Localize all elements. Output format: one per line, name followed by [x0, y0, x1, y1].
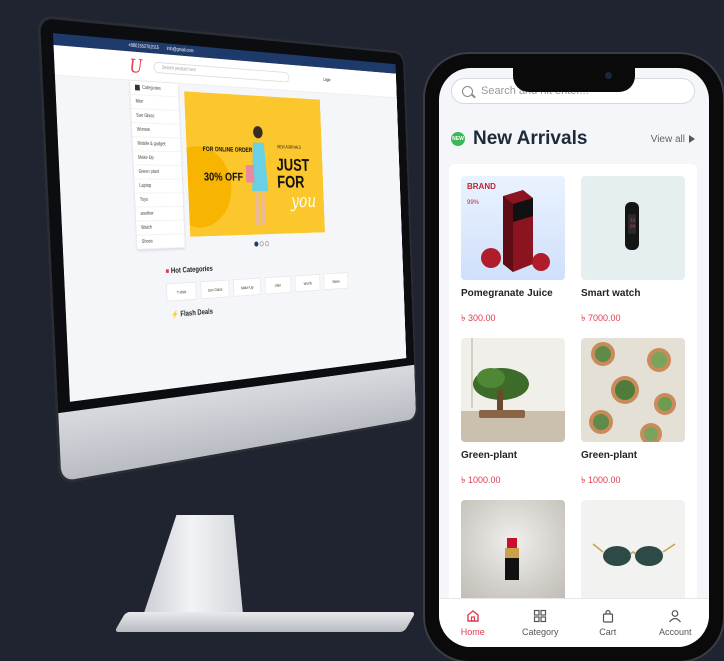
sidebar-item[interactable]: Mobile & gadget: [132, 137, 181, 153]
site-logo[interactable]: U: [129, 54, 143, 78]
desktop-screen: +8801552762015 info@gmail.com U Search p…: [52, 33, 407, 402]
monitor-base: [114, 612, 416, 632]
search-icon: [462, 85, 473, 97]
hot-category-item[interactable]: Shoes: [323, 272, 349, 291]
tab-label: Home: [460, 627, 485, 637]
product-grid: BRAND 99% Pomegranate Juice ৳ 300.00 10 …: [449, 164, 697, 604]
product-name: Green-plant: [581, 450, 638, 461]
flash-deals-heading: ⚡ Flash Deals: [171, 307, 213, 319]
camera-icon: [605, 72, 612, 79]
login-link[interactable]: Login: [323, 78, 331, 84]
carousel-dot[interactable]: [264, 240, 270, 247]
product-name: Green-plant: [461, 450, 518, 461]
succulents-icon: [581, 338, 685, 442]
sidebar-item[interactable]: Shoes: [136, 234, 185, 250]
banner-just-for: JUST FOR: [276, 156, 310, 192]
product-card[interactable]: [581, 500, 685, 604]
home-icon: [467, 610, 479, 622]
lightning-icon: ⚡: [171, 309, 181, 319]
bag-icon: [602, 609, 613, 623]
hot-categories-row: T-shirt Sun Glass Make Up Shirt Watch Sh…: [166, 272, 349, 302]
sunglasses-icon: [581, 500, 685, 604]
hot-categories-heading: ■ Hot Categories: [165, 265, 213, 276]
product-name: Smart watch: [581, 288, 641, 299]
email-address: info@gmail.com: [166, 46, 194, 55]
view-all-link[interactable]: View all: [651, 134, 695, 145]
tab-label: Account: [658, 627, 692, 637]
juice-box-icon: BRAND 99%: [461, 176, 565, 280]
desktop-search-input[interactable]: Search product here: [153, 61, 290, 83]
hot-category-item[interactable]: Shirt: [264, 275, 292, 295]
new-arrivals-header: NEW New Arrivals View all: [451, 124, 695, 154]
bonsai-icon: [461, 338, 565, 442]
lipstick-icon: [461, 500, 565, 604]
carousel-dots[interactable]: [254, 240, 270, 247]
phone-number: +8801552762015: [128, 42, 160, 52]
tab-cart[interactable]: Cart: [574, 599, 642, 647]
banner-circle: [184, 145, 233, 229]
sidebar-item[interactable]: Women: [131, 122, 181, 139]
section-title: New Arrivals: [473, 128, 588, 149]
product-price: ৳ 300.00: [461, 313, 496, 323]
product-price: ৳ 7000.00: [581, 313, 621, 323]
category-sidebar: Categories Men Sun Glass Women Mobile & …: [129, 80, 185, 250]
phone-notch: [513, 64, 635, 92]
bottom-tab-bar: Home Category Cart Account: [439, 598, 709, 647]
categories-label: Categories: [141, 85, 161, 92]
svg-text:09: 09: [630, 224, 636, 229]
tab-label: Cart: [599, 627, 617, 637]
hero-banner[interactable]: FOR ONLINE ORDER 30% OFF NEW ARRIVALS JU…: [184, 91, 325, 237]
phone-mockup: Search and hit enter... NEW New Arrivals…: [425, 54, 723, 661]
sidebar-item[interactable]: Laptop: [134, 179, 183, 194]
product-card[interactable]: 10 09 Smart watch ৳ 7000.00: [581, 176, 685, 326]
product-card[interactable]: Green-plant ৳ 1000.00: [461, 338, 565, 488]
sidebar-item[interactable]: Toys: [134, 193, 184, 208]
product-card[interactable]: Green-plant ৳ 1000.00: [581, 338, 685, 488]
product-price: ৳ 1000.00: [461, 475, 501, 485]
banner-discount: 30% OFF: [203, 169, 244, 184]
desktop-body: Categories Men Sun Glass Women Mobile & …: [55, 76, 404, 331]
hot-category-item[interactable]: T-shirt: [166, 281, 197, 302]
tab-category[interactable]: Category: [507, 599, 575, 647]
monitor-stand: [140, 515, 244, 625]
grid-icon: [134, 84, 140, 91]
phone-screen: Search and hit enter... NEW New Arrivals…: [439, 68, 709, 647]
flash-deals-title: Flash Deals: [180, 307, 214, 319]
tab-home[interactable]: Home: [439, 599, 507, 647]
user-icon: [669, 610, 682, 623]
hot-categories-title: Hot Categories: [170, 264, 213, 275]
new-badge-icon: NEW: [451, 132, 465, 146]
banner-you: you: [290, 190, 317, 213]
play-arrow-icon: [689, 135, 695, 143]
smartwatch-icon: 10 09: [581, 176, 685, 280]
grid-icon: [534, 609, 547, 623]
hot-category-item[interactable]: Make Up: [233, 277, 262, 297]
product-card[interactable]: [461, 500, 565, 604]
sidebar-item[interactable]: Make Up: [133, 151, 182, 166]
carousel-dot[interactable]: [254, 241, 259, 247]
sidebar-item[interactable]: another: [135, 206, 184, 222]
model-illustration: [245, 125, 269, 226]
tab-account[interactable]: Account: [642, 599, 710, 647]
hot-category-item[interactable]: Sun Glass: [200, 279, 230, 300]
product-name: Pomegranate Juice: [461, 288, 553, 299]
carousel-dot[interactable]: [259, 241, 264, 247]
tab-label: Category: [521, 627, 559, 637]
hot-category-item[interactable]: Watch: [294, 273, 321, 293]
banner-new-arrivals: NEW ARRIVALS: [277, 144, 302, 151]
product-card[interactable]: BRAND 99% Pomegranate Juice ৳ 300.00: [461, 176, 565, 326]
svg-text:10: 10: [630, 218, 636, 223]
product-price: ৳ 1000.00: [581, 475, 621, 485]
imac-monitor: +8801552762015 info@gmail.com U Search p…: [40, 18, 417, 482]
sidebar-item[interactable]: Green plant: [133, 165, 182, 180]
view-all-label: View all: [650, 133, 685, 145]
